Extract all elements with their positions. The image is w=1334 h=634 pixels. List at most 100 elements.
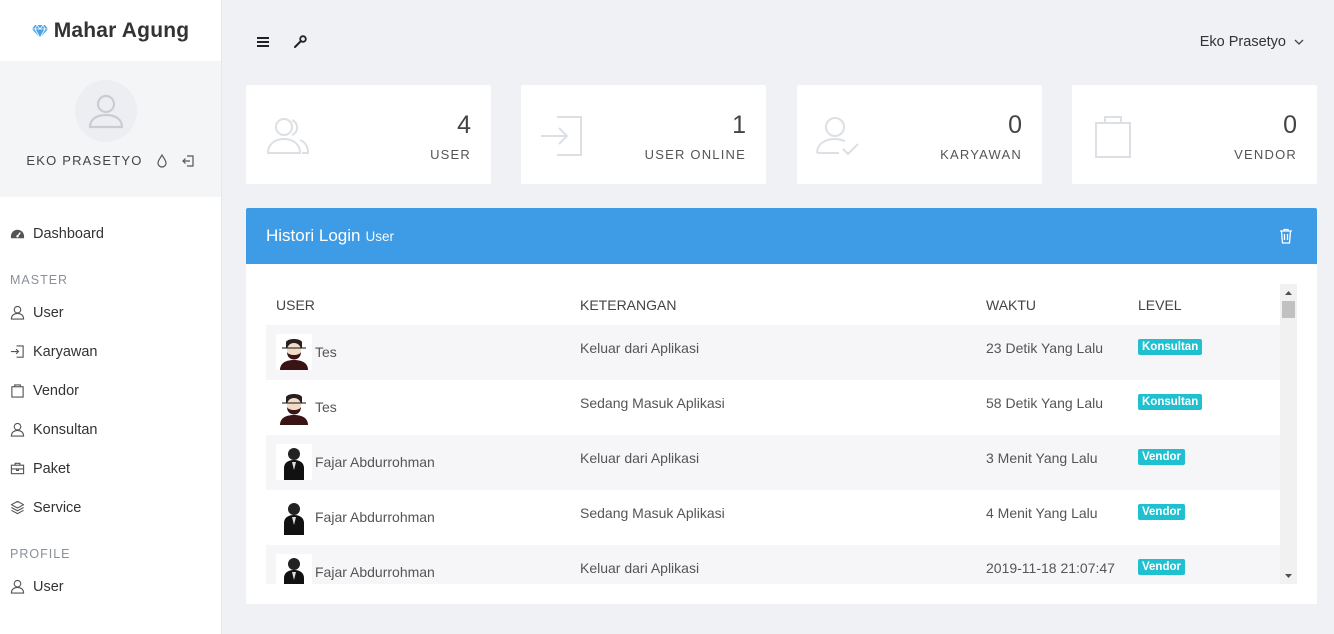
user-menu[interactable]: Eko Prasetyo: [1200, 34, 1304, 50]
sidebar-item-label: Paket: [33, 460, 71, 477]
stat-value: 4: [457, 111, 471, 139]
sidebar: Mahar Agung EKO PRASETYO Dashboard MASTE…: [0, 0, 222, 634]
column-header-level: LEVEL: [1138, 297, 1182, 313]
stat-label: VENDOR: [1234, 147, 1297, 162]
user-avatar: [276, 334, 312, 370]
brand[interactable]: Mahar Agung: [0, 0, 221, 61]
sign-in-icon: [10, 345, 24, 358]
sidebar-item-label: Karyawan: [33, 343, 98, 360]
wrench-icon[interactable]: [292, 34, 308, 50]
row-waktu: 3 Menit Yang Lalu: [986, 450, 1098, 466]
shopping-bag-icon: [11, 384, 24, 398]
user-avatar: [276, 444, 312, 480]
login-history-table: USER KETERANGAN WAKTU LEVEL Tes Keluar d…: [266, 284, 1297, 584]
table-row[interactable]: Tes Sedang Masuk Aplikasi 58 Detik Yang …: [266, 380, 1280, 435]
scroll-thumb[interactable]: [1282, 301, 1295, 318]
stat-label: USER: [430, 147, 471, 162]
row-keterangan: Keluar dari Aplikasi: [580, 560, 700, 576]
sidebar-item-service[interactable]: Service: [0, 488, 221, 527]
theme-drop-icon[interactable]: [155, 153, 169, 168]
sidebar-item-user[interactable]: User: [0, 293, 221, 332]
chevron-down-icon: [1294, 39, 1304, 45]
sidebar-item-label: Konsultan: [33, 421, 98, 438]
stat-card-karyawan: 0 KARYAWAN: [797, 85, 1042, 184]
panel-subtitle: User: [365, 228, 395, 244]
sidebar-item-label: User: [33, 578, 64, 595]
row-keterangan: Sedang Masuk Aplikasi: [580, 505, 725, 521]
table-row[interactable]: Fajar Abdurrohman Keluar dari Aplikasi 3…: [266, 435, 1280, 490]
user-icon: [10, 305, 25, 320]
column-header-waktu: WAKTU: [986, 297, 1037, 313]
sidebar-item-dashboard[interactable]: Dashboard: [0, 214, 221, 253]
user-avatar: [276, 389, 312, 425]
panel-header: Histori Login User: [246, 208, 1317, 264]
menu-toggle-icon[interactable]: [255, 34, 271, 50]
sidebar-item-paket[interactable]: Paket: [0, 449, 221, 488]
sidebar-item-konsultan[interactable]: Konsultan: [0, 410, 221, 449]
user-avatar: [276, 499, 312, 535]
layers-icon: [10, 500, 25, 515]
profile-box: EKO PRASETYO: [0, 61, 221, 197]
login-history-panel: Histori Login User USER KETERANGAN WAKTU…: [246, 208, 1317, 604]
row-keterangan: Keluar dari Aplikasi: [580, 450, 700, 466]
stat-value: 0: [1008, 111, 1022, 139]
nav-section-profile: PROFILE: [10, 547, 71, 561]
trash-icon[interactable]: [1279, 228, 1293, 244]
level-badge: Vendor: [1138, 449, 1185, 465]
avatar[interactable]: [75, 80, 137, 142]
stat-card-user: 4 USER: [246, 85, 491, 184]
briefcase-icon: [10, 462, 25, 475]
row-keterangan: Sedang Masuk Aplikasi: [580, 395, 725, 411]
sidebar-item-label: Vendor: [33, 382, 79, 399]
row-waktu: 2019-11-18 21:07:47: [986, 560, 1115, 576]
row-keterangan: Keluar dari Aplikasi: [580, 340, 700, 356]
table-row[interactable]: Tes Keluar dari Aplikasi 23 Detik Yang L…: [266, 325, 1280, 380]
sidebar-item-label: Service: [33, 499, 82, 516]
row-waktu: 23 Detik Yang Lalu: [986, 340, 1104, 356]
row-waktu: 4 Menit Yang Lalu: [986, 505, 1098, 521]
table-scrollbar[interactable]: [1280, 284, 1297, 584]
stat-card-vendor: 0 VENDOR: [1072, 85, 1317, 184]
sidebar-item-vendor[interactable]: Vendor: [0, 371, 221, 410]
dashboard-icon: [10, 229, 25, 239]
scroll-down-arrow-icon[interactable]: [1280, 567, 1297, 584]
row-waktu: 58 Detik Yang Lalu: [986, 395, 1104, 411]
row-user: Fajar Abdurrohman: [315, 509, 435, 525]
user-avatar: [276, 554, 312, 584]
user-icon: [88, 94, 124, 129]
level-badge: Vendor: [1138, 559, 1185, 575]
brand-name: Mahar Agung: [53, 18, 190, 42]
diamond-icon: [31, 24, 48, 38]
level-badge: Konsultan: [1138, 339, 1203, 355]
user-icon: [10, 422, 25, 437]
stat-card-user-online: 1 USER ONLINE: [521, 85, 766, 184]
row-user: Tes: [315, 399, 337, 415]
column-header-user: USER: [276, 297, 315, 313]
nav-section-master: MASTER: [10, 273, 69, 287]
sidebar-item-profile-user[interactable]: User: [0, 567, 221, 606]
shopping-bag-icon: [1095, 116, 1131, 158]
stat-label: USER ONLINE: [644, 147, 746, 162]
scroll-up-arrow-icon[interactable]: [1280, 284, 1297, 301]
profile-name: EKO PRASETYO: [26, 153, 143, 168]
sidebar-nav: Dashboard MASTER User Karyawan Vendor Ko…: [0, 214, 221, 606]
row-user: Fajar Abdurrohman: [315, 564, 435, 580]
stat-value: 1: [732, 111, 746, 139]
users-icon: [266, 118, 310, 154]
stat-label: KARYAWAN: [940, 147, 1022, 162]
user-menu-name: Eko Prasetyo: [1199, 34, 1286, 50]
column-header-keterangan: KETERANGAN: [580, 297, 677, 313]
stat-value: 0: [1283, 111, 1297, 139]
level-badge: Vendor: [1138, 504, 1185, 520]
sign-in-icon: [541, 116, 582, 156]
table-row[interactable]: Fajar Abdurrohman Sedang Masuk Aplikasi …: [266, 490, 1280, 545]
sidebar-item-label: Dashboard: [33, 225, 104, 242]
row-user: Fajar Abdurrohman: [315, 454, 435, 470]
table-row[interactable]: Fajar Abdurrohman Keluar dari Aplikasi 2…: [266, 545, 1280, 584]
table-header: USER KETERANGAN WAKTU LEVEL: [266, 284, 1280, 325]
panel-title: Histori Login: [266, 226, 361, 245]
logout-icon[interactable]: [181, 154, 195, 168]
row-user: Tes: [315, 344, 337, 360]
sidebar-item-label: User: [33, 304, 64, 321]
sidebar-item-karyawan[interactable]: Karyawan: [0, 332, 221, 371]
